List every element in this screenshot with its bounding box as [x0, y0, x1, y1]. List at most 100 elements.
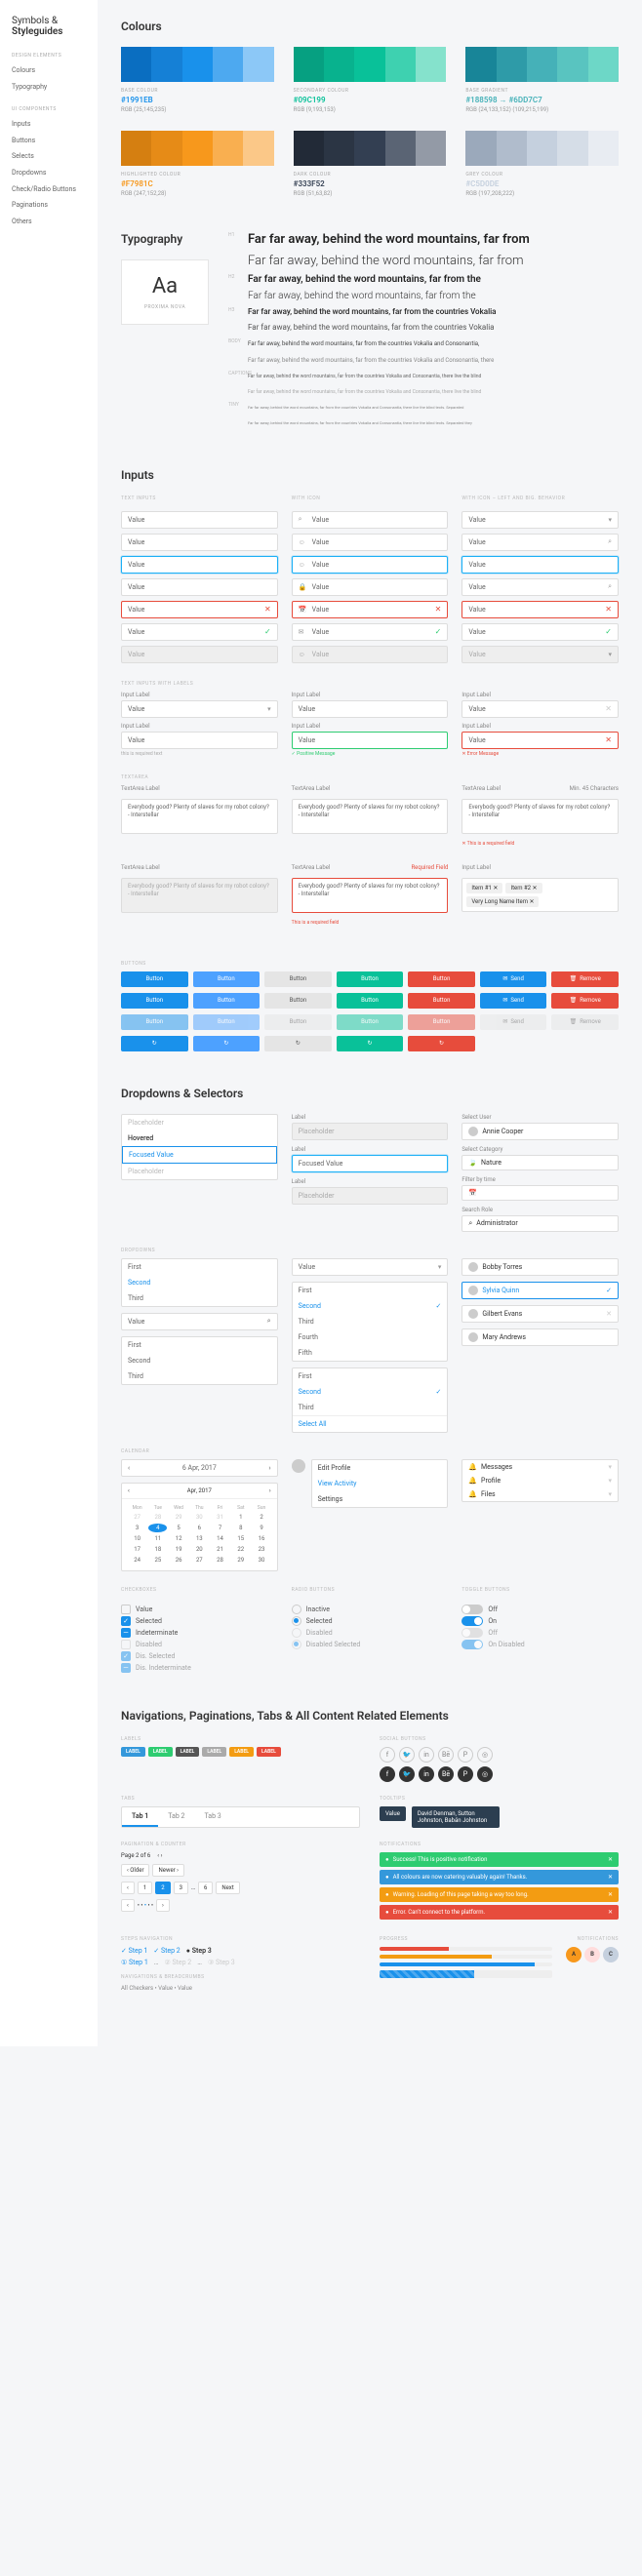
cal-day[interactable]: 19: [169, 1545, 187, 1554]
tab[interactable]: Tab 3: [194, 1807, 230, 1827]
cal-day[interactable]: 9: [252, 1524, 270, 1532]
cal-day[interactable]: 15: [231, 1534, 250, 1543]
cal-day[interactable]: 10: [128, 1534, 146, 1543]
button-success[interactable]: Button: [337, 993, 404, 1009]
button-secondary[interactable]: Button: [264, 971, 332, 987]
step[interactable]: ✓ Step 2: [153, 1947, 180, 1955]
dd-item[interactable]: Fourth: [293, 1329, 448, 1345]
pg-prev[interactable]: ‹: [121, 1882, 135, 1894]
social-in-icon[interactable]: in: [419, 1766, 434, 1782]
social-tw-icon[interactable]: 🐦: [399, 1766, 415, 1782]
profile-item[interactable]: Edit Profile: [312, 1460, 448, 1476]
dd-item[interactable]: Third: [293, 1314, 448, 1329]
cal-day[interactable]: 29: [169, 1513, 187, 1522]
cal-day[interactable]: 23: [252, 1545, 270, 1554]
newer-button[interactable]: Newer ›: [152, 1864, 183, 1877]
checkbox[interactable]: ✓: [121, 1616, 131, 1626]
input-error[interactable]: Value: [121, 601, 278, 618]
button-icon-refresh[interactable]: ↻: [264, 1036, 332, 1051]
checkbox[interactable]: [121, 1605, 131, 1614]
tags-input[interactable]: Item #1 ✕Item #2 ✕Very Long Name Item ✕: [461, 878, 619, 912]
social-ig-icon[interactable]: ◎: [477, 1747, 493, 1763]
date-input[interactable]: ‹6 Apr, 2017›: [121, 1459, 278, 1477]
input-icon-valid[interactable]: ✉Value: [292, 623, 449, 641]
pg-prev[interactable]: ‹: [121, 1899, 135, 1912]
cal-day[interactable]: 30: [252, 1556, 270, 1565]
user-select[interactable]: Annie Cooper: [461, 1123, 619, 1140]
button-icon-refresh[interactable]: ↻: [337, 1036, 404, 1051]
social-pi-icon[interactable]: P: [458, 1747, 473, 1763]
cal-day[interactable]: 29: [231, 1556, 250, 1565]
social-ig-icon[interactable]: ◎: [477, 1766, 493, 1782]
cal-day[interactable]: 4: [148, 1524, 167, 1532]
tag-chip[interactable]: Item #1 ✕: [466, 883, 502, 893]
cal-day[interactable]: 25: [148, 1556, 167, 1565]
input-valid[interactable]: Value: [292, 732, 449, 749]
dd-item[interactable]: First: [122, 1337, 277, 1353]
dd-placeholder[interactable]: Placeholder: [122, 1115, 277, 1130]
step[interactable]: ✓ Step 1: [121, 1947, 147, 1955]
input-error[interactable]: Value: [461, 601, 619, 618]
sidebar-item[interactable]: Typography: [12, 79, 86, 96]
dd-focused[interactable]: Focused Value: [292, 1155, 449, 1172]
input-focus[interactable]: Value: [461, 556, 619, 574]
dd-item[interactable]: First: [293, 1368, 448, 1384]
input-default[interactable]: Value⌕: [461, 578, 619, 596]
tag-chip[interactable]: Very Long Name Item ✕: [466, 896, 539, 907]
button-primary[interactable]: Button: [121, 993, 188, 1009]
checkbox[interactable]: —: [121, 1628, 131, 1638]
cal-day[interactable]: 22: [231, 1545, 250, 1554]
dd-sel-list[interactable]: FirstSecondThirdSelect All: [292, 1367, 449, 1433]
cal-day[interactable]: 12: [169, 1534, 187, 1543]
dd-item[interactable]: Third: [122, 1368, 277, 1384]
input-icon[interactable]: 🔒Value: [292, 578, 449, 596]
input-default[interactable]: Value: [121, 511, 278, 529]
category-select[interactable]: 🍃Nature: [461, 1155, 619, 1170]
profile-menu[interactable]: Edit ProfileView ActivitySettings: [311, 1459, 449, 1508]
input[interactable]: Value✕: [461, 700, 619, 718]
sidebar-item[interactable]: Inputs: [12, 116, 86, 133]
sidebar-item[interactable]: Colours: [12, 62, 86, 79]
notif-menu[interactable]: 🔔Messages▾🔔Profile▾🔔Files▾: [461, 1459, 619, 1502]
social-fb-icon[interactable]: f: [380, 1766, 395, 1782]
button-remove[interactable]: 🗑Remove: [551, 993, 619, 1009]
cal-day[interactable]: 24: [128, 1556, 146, 1565]
input-icon-focus[interactable]: ☺Value: [292, 556, 449, 574]
profile-item[interactable]: View Activity: [312, 1476, 448, 1491]
input-focused[interactable]: Value: [121, 556, 278, 574]
notif-item[interactable]: 🔔Messages▾: [462, 1460, 618, 1474]
cal-day[interactable]: 17: [128, 1545, 146, 1554]
button-secondary[interactable]: Button: [264, 993, 332, 1009]
dd-item[interactable]: Third: [122, 1290, 277, 1306]
search-input[interactable]: Value⌕: [121, 1313, 278, 1330]
dd-long-list[interactable]: FirstSecondThirdFourthFifth: [292, 1282, 449, 1362]
input[interactable]: Value: [292, 700, 449, 718]
select-all[interactable]: Select All: [293, 1415, 448, 1432]
cal-day[interactable]: 1: [231, 1513, 250, 1522]
cal-day[interactable]: 27: [190, 1556, 209, 1565]
cal-day[interactable]: 5: [169, 1524, 187, 1532]
input-icon[interactable]: ⌕Value: [292, 511, 449, 529]
input[interactable]: Value: [121, 700, 278, 718]
close-icon[interactable]: ✕: [605, 704, 612, 713]
cal-day[interactable]: 31: [211, 1513, 229, 1522]
dd-list-a[interactable]: FirstSecondThird: [121, 1258, 278, 1307]
person-row[interactable]: Gilbert Evans✕: [461, 1305, 619, 1323]
button-send[interactable]: ✉Send: [480, 993, 547, 1009]
pg[interactable]: 3: [174, 1882, 188, 1894]
input-valid[interactable]: Value: [121, 623, 278, 641]
textarea[interactable]: Everybody good? Plenty of slaves for my …: [121, 799, 278, 834]
notif-item[interactable]: 🔔Files▾: [462, 1487, 618, 1501]
dd-item[interactable]: Second: [293, 1384, 448, 1400]
step-current[interactable]: ● Step 3: [186, 1947, 212, 1955]
person-row[interactable]: Mary Andrews: [461, 1328, 619, 1346]
button-send[interactable]: ✉Send: [480, 971, 547, 987]
social-be-icon[interactable]: Bē: [438, 1766, 454, 1782]
button-primary[interactable]: Button: [121, 971, 188, 987]
dd-item[interactable]: Second: [122, 1275, 277, 1290]
social-pi-icon[interactable]: P: [458, 1766, 473, 1782]
input-dropdown[interactable]: Value: [461, 511, 619, 529]
social-tw-icon[interactable]: 🐦: [399, 1747, 415, 1763]
dd-hovered[interactable]: Hovered: [122, 1130, 277, 1146]
sidebar-item[interactable]: Selects: [12, 148, 86, 165]
